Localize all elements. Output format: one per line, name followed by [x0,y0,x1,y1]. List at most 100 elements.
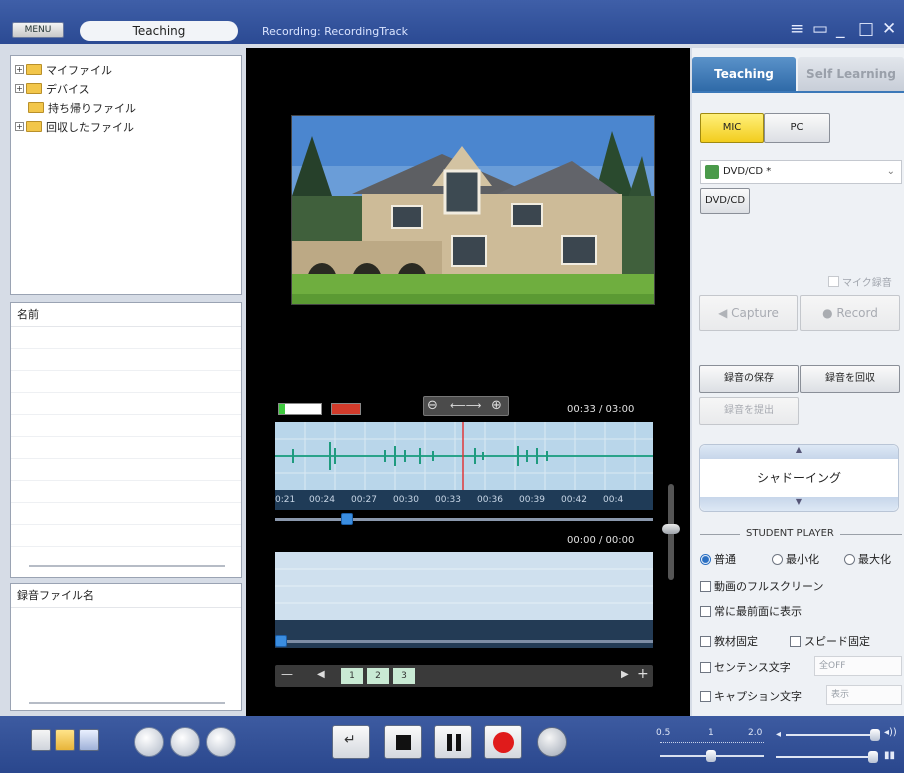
slider-thumb[interactable] [870,729,880,741]
collect-recording-button[interactable]: 録音を回収 [800,365,900,393]
tab-teaching[interactable]: Teaching [692,57,796,91]
video-frame[interactable] [291,115,655,305]
list-item[interactable] [11,459,241,481]
radio-button[interactable] [844,553,855,565]
fix-speed-checkbox[interactable]: スピード固定 [790,633,870,649]
list-header-recording-file[interactable]: 録音ファイル名 [11,584,241,608]
fullscreen-checkbox[interactable]: 動画のフルスクリーン [700,578,823,594]
source-select[interactable]: DVD/CD * ⌄ [700,160,902,184]
waveform-track-2[interactable] [275,552,653,620]
pc-button[interactable]: PC [764,113,830,143]
list-item[interactable] [11,481,241,503]
list-view-icon[interactable]: ≡ [790,20,804,38]
radio-button[interactable] [700,553,711,565]
checkbox[interactable] [828,276,839,287]
tree-item-takehome[interactable]: 持ち帰りファイル [11,98,241,117]
horizontal-scrollbar[interactable] [29,565,225,567]
stop-button[interactable] [384,725,422,759]
fix-material-checkbox[interactable]: 教材固定 [700,633,758,649]
record-transport-button[interactable] [484,725,522,759]
rewind-icon[interactable] [134,727,164,757]
slider-thumb[interactable] [662,524,680,534]
next-page-icon[interactable]: ▶ [621,669,629,680]
save-recording-button[interactable]: 録音の保存 [699,365,799,393]
tree-item-my-files[interactable]: + マイファイル [11,60,241,79]
pause-button[interactable] [434,725,472,759]
checkbox[interactable] [700,605,711,617]
submit-recording-button[interactable]: 録音を提出 [699,397,799,425]
checkbox[interactable] [700,690,711,702]
slider-thumb[interactable] [706,750,716,762]
page-button[interactable]: 2 [367,668,389,684]
sentence-checkbox[interactable]: センテンス文字 [700,659,791,675]
mode-up-icon[interactable]: ▲ [700,445,898,459]
list-item[interactable] [11,349,241,371]
expand-icon[interactable]: + [15,122,24,131]
slider-thumb[interactable] [275,635,287,647]
page-button[interactable]: 1 [341,668,363,684]
slider-thumb[interactable] [341,513,353,525]
mode-selector[interactable]: Teaching [80,21,238,41]
waveform-track-1[interactable] [275,422,653,490]
speaker-mute-icon[interactable] [331,403,361,415]
mic-button[interactable]: MIC [700,113,764,143]
view-mode-normal[interactable]: 普通 [700,551,736,567]
fast-forward-icon[interactable] [206,727,236,757]
expand-icon[interactable]: + [15,65,24,74]
close-icon[interactable]: ✕ [882,20,896,38]
master-volume-slider[interactable] [786,729,880,741]
checkbox[interactable] [700,661,711,673]
mode-down-icon[interactable]: ▼ [700,497,898,511]
return-button[interactable]: ↵ [332,725,370,759]
prev-page-icon[interactable]: ◀ [317,669,325,680]
maximize-icon[interactable]: □ [858,20,874,38]
list-item[interactable] [11,415,241,437]
new-document-icon[interactable] [31,729,51,751]
radio-button[interactable] [772,553,783,565]
horizontal-scrollbar[interactable] [29,702,225,704]
checkbox[interactable] [700,635,711,647]
page-button[interactable]: 3 [393,668,415,684]
list-item[interactable] [11,503,241,525]
stop-circle-icon[interactable] [170,727,200,757]
collapse-icon[interactable]: — [281,667,293,681]
slider-thumb[interactable] [868,751,878,763]
save-icon[interactable] [79,729,99,751]
position-slider-1[interactable] [275,512,653,526]
minimize-icon[interactable]: _ [836,20,845,38]
zoom-out-icon[interactable]: ⊖ [427,398,438,413]
caption-checkbox[interactable]: キャプション文字 [700,688,802,704]
checkbox[interactable] [700,580,711,592]
dvd-cd-button[interactable]: DVD/CD [700,188,750,214]
speed-slider[interactable] [660,750,764,762]
checkbox[interactable] [790,635,801,647]
caption-select[interactable]: 表示 [826,685,902,705]
speaker-assist-icon[interactable] [537,727,567,757]
list-item[interactable] [11,327,241,349]
list-header-name[interactable]: 名前 [11,303,241,327]
tree-item-device[interactable]: + デバイス [11,79,241,98]
sentence-select[interactable]: 全OFF [814,656,902,676]
list-item[interactable] [11,525,241,547]
restore-icon[interactable]: ▭ [812,20,828,38]
tab-self-learning[interactable]: Self Learning [798,57,904,91]
record-button[interactable]: ● Record [800,295,900,331]
mic-volume-slider[interactable] [776,751,878,763]
view-mode-maximize[interactable]: 最大化 [844,551,891,567]
capture-button[interactable]: ◀ Capture [699,295,798,331]
open-folder-icon[interactable] [55,729,75,751]
zoom-range-icon[interactable]: ⟵⟶ [450,399,482,412]
mic-record-checkbox[interactable]: マイク録音 [828,274,892,289]
zoom-in-icon[interactable]: ⊕ [491,398,502,413]
tree-item-collected[interactable]: + 回収したファイル [11,117,241,136]
waveform-graph [275,422,653,490]
vertical-volume-slider[interactable] [662,484,680,580]
always-on-top-checkbox[interactable]: 常に最前面に表示 [700,603,802,619]
list-item[interactable] [11,437,241,459]
add-page-icon[interactable]: + [637,666,649,682]
menu-button[interactable]: MENU [12,22,64,38]
view-mode-minimize[interactable]: 最小化 [772,551,819,567]
list-item[interactable] [11,371,241,393]
expand-icon[interactable]: + [15,84,24,93]
list-item[interactable] [11,393,241,415]
